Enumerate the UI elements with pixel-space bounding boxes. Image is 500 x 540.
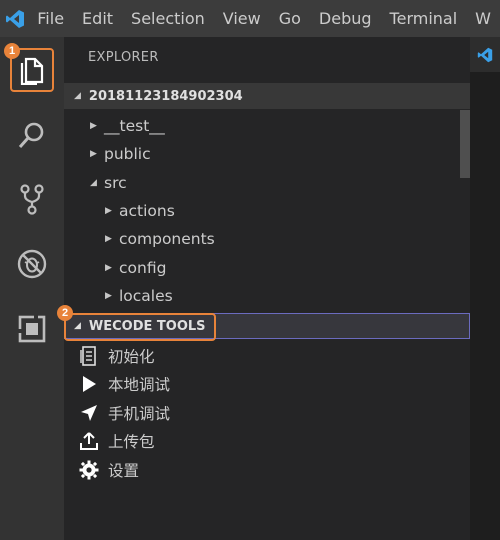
wecode-settings-item[interactable]: 设置 [78,457,139,483]
tree-item-label: config [119,259,167,277]
chevron-right-icon: ▶ [105,291,112,301]
menu-view[interactable]: View [214,0,270,37]
wecode-settings-label: 设置 [108,462,140,480]
debug-icon [17,249,47,279]
wecode-local-debug-label: 本地调试 [108,376,171,394]
tree-item-components[interactable]: ▶ components [105,226,215,252]
explorer-title: EXPLORER [88,50,159,65]
menu-selection[interactable]: Selection [122,0,214,37]
explorer-step-badge: 1 [4,43,20,59]
menu-bar: File Edit Selection View Go Debug Termin… [0,0,500,37]
project-folder-header[interactable]: ◢ 20181123184902304 [64,83,472,109]
extensions-icon [18,315,46,343]
gear-icon [78,460,100,480]
tree-item-label: components [119,230,215,248]
debug-activity-button[interactable] [10,242,54,286]
extensions-activity-button[interactable] [10,307,54,351]
files-icon [20,57,44,85]
play-icon [78,374,100,394]
tree-item-label: actions [119,202,175,220]
wecode-init-item[interactable]: 初始化 [78,343,155,369]
chevron-right-icon: ▶ [90,149,97,159]
chevron-down-icon: ◢ [90,178,97,188]
chevron-right-icon: ▶ [105,263,112,273]
scrollbar-thumb[interactable] [460,110,470,178]
tree-item-config[interactable]: ▶ config [105,255,166,281]
explorer-sidebar: EXPLORER ◢ 20181123184902304 ▶ __test__ … [57,37,472,540]
wecode-local-debug-item[interactable]: 本地调试 [78,371,170,397]
upload-icon [78,431,100,451]
chevron-right-icon: ▶ [105,234,112,244]
menu-terminal[interactable]: Terminal [381,0,467,37]
tree-item-locales[interactable]: ▶ locales [105,283,173,309]
wecode-init-label: 初始化 [108,348,155,366]
tree-item-test[interactable]: ▶ __test__ [90,113,165,139]
activity-bar: 1 [0,37,64,540]
tree-item-public[interactable]: ▶ public [90,141,151,167]
tree-item-label: src [104,174,127,192]
search-activity-button[interactable] [10,113,54,157]
document-list-icon [78,346,100,366]
editor-area [470,37,500,540]
tree-item-actions[interactable]: ▶ actions [105,198,175,224]
search-icon [18,122,44,148]
menu-window[interactable]: W [466,0,500,37]
vscode-logo-icon [0,0,29,37]
wecode-step-badge: 2 [57,305,73,321]
source-control-icon [20,184,44,215]
menu-edit[interactable]: Edit [73,0,122,37]
tree-item-src[interactable]: ◢ src [90,170,127,196]
project-folder-name: 20181123184902304 [88,88,243,104]
tree-item-label: __test__ [104,117,165,135]
send-icon [78,403,100,423]
chevron-down-icon: ◢ [74,91,81,101]
chevron-right-icon: ▶ [90,121,97,131]
menu-debug[interactable]: Debug [310,0,381,37]
wecode-phone-debug-label: 手机调试 [108,405,171,423]
menu-file[interactable]: File [29,0,73,37]
chevron-right-icon: ▶ [105,206,112,216]
menu-go[interactable]: Go [270,0,310,37]
wecode-tools-highlight [64,313,216,341]
wecode-phone-debug-item[interactable]: 手机调试 [78,400,170,426]
source-control-activity-button[interactable] [10,177,54,221]
wecode-upload-label: 上传包 [108,433,155,451]
vscode-file-icon [477,47,493,62]
tree-item-label: locales [119,287,173,305]
wecode-upload-item[interactable]: 上传包 [78,428,155,454]
tree-item-label: public [104,145,151,163]
editor-tab[interactable] [470,37,500,72]
